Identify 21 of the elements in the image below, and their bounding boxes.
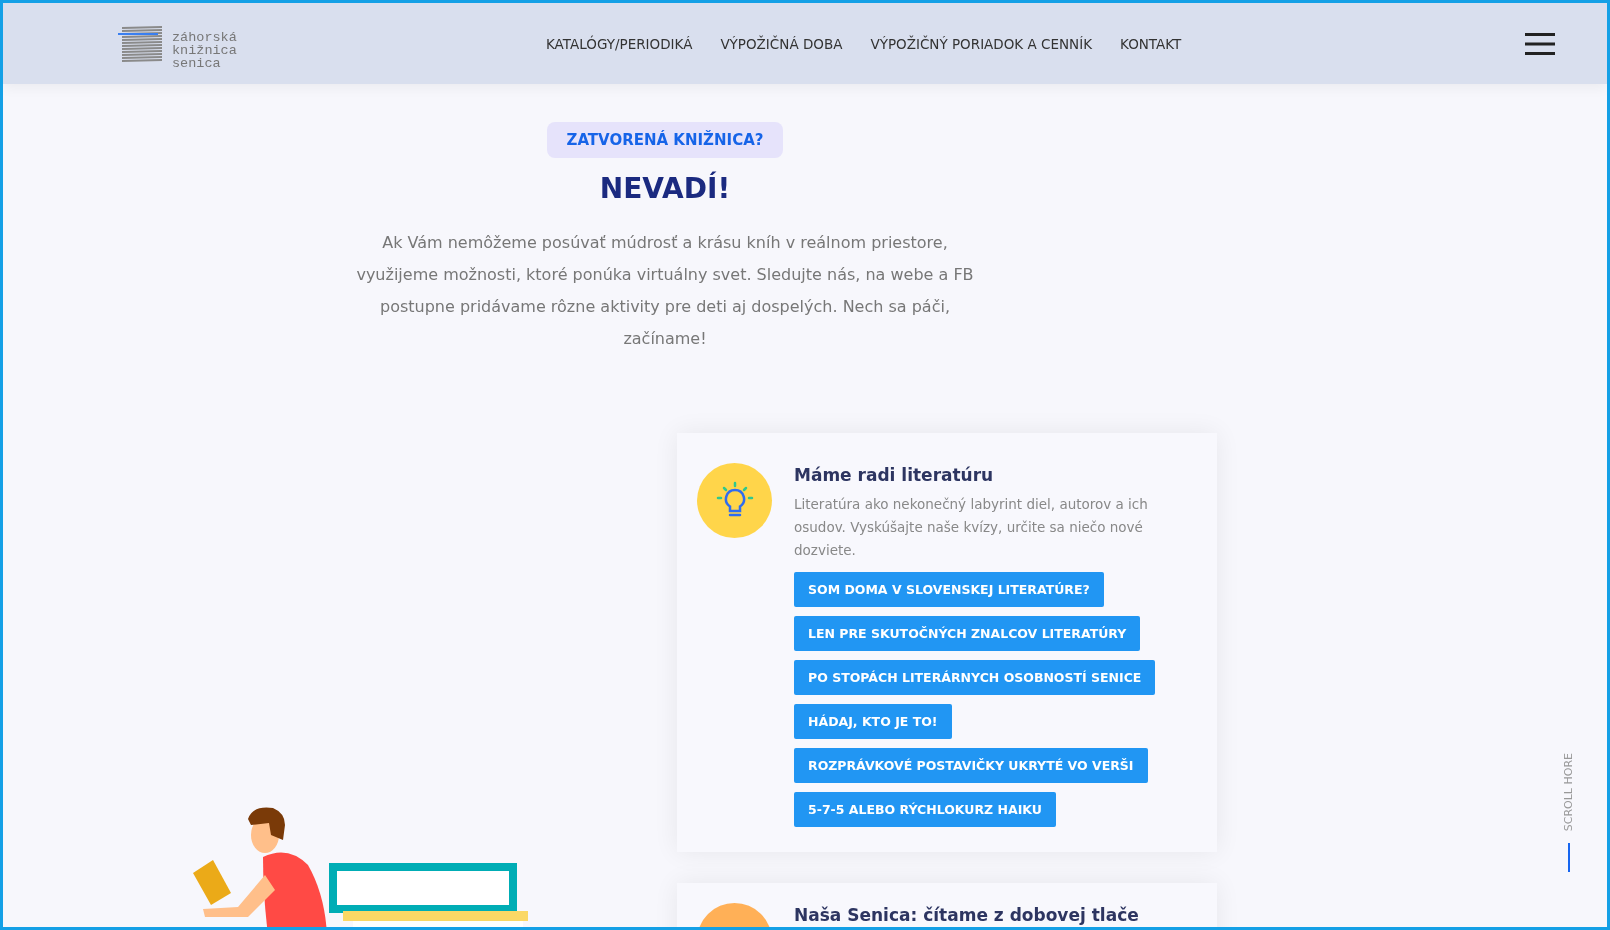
- scroll-up-link[interactable]: SCROLL HORE: [1562, 753, 1575, 832]
- card-title: Máme radi literatúru: [794, 465, 995, 485]
- library-name: záhorská knižnica senica: [172, 29, 237, 70]
- menu-icon[interactable]: [1525, 32, 1555, 55]
- nav-link[interactable]: VÝPOŽIČNÝ PORIADOK A CENNÍK: [870, 35, 1093, 52]
- nav-link[interactable]: KATALÓGY/PERIODIKÁ: [546, 35, 693, 52]
- hero-text: Ak Vám nemôžeme posúvať múdrosť a krásu kníh v reálnom priestore, využijeme možnosti, ktoré ponúka virtuálny svet. Sledujte nás, na webe a FB postupne pridávame rôzne aktivity pre deti aj dospelých. Nech sa páči, začíname!: [355, 232, 975, 350]
- nav-link[interactable]: KONTAKT: [1120, 35, 1182, 52]
- quiz-button[interactable]: PO STOPÁCH LITERÁRNYCH OSOBNOSTÍ SENICE: [794, 660, 1156, 695]
- quiz-button[interactable]: 5-7-5 ALEBO RÝCHLOKURZ HAIKU: [794, 792, 1056, 827]
- quiz-button[interactable]: SOM DOMA V SLOVENSKEJ LITERATÚRE?: [794, 572, 1104, 607]
- hero-title: NEVADÍ!: [599, 172, 731, 205]
- hero-badge: ZATVORENÁ KNIŽNICA?: [546, 122, 784, 158]
- quiz-button[interactable]: HÁDAJ, KTO JE TO!: [794, 704, 952, 739]
- nav-link[interactable]: VÝPOŽIČNÁ DOBA: [720, 35, 843, 52]
- quiz-button[interactable]: ROZPRÁVKOVÉ POSTAVIČKY UKRYTÉ VO VERŠI: [794, 748, 1148, 783]
- card-title: Naša Senica: čítame z dobovej tlače: [794, 905, 1139, 925]
- scroll-line: [1567, 843, 1570, 873]
- book-stack-logo-icon: [118, 24, 164, 63]
- quiz-button[interactable]: LEN PRE SKUTOČNÝCH ZNALCOV LITERATÚRY: [794, 616, 1141, 651]
- card-text: Literatúra ako nekonečný labyrint diel, autorov a ich osudov. Vyskúšajte naše kvízy, určite sa niečo nové dozviete.: [794, 495, 1149, 560]
